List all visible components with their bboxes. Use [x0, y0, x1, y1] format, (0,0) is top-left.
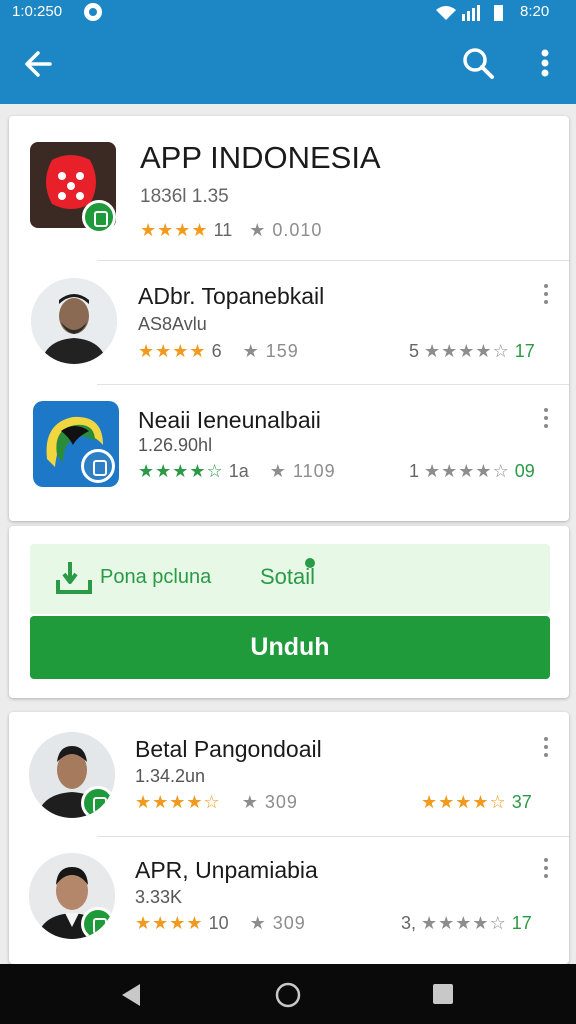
score-prefix: 3, — [401, 913, 422, 933]
download-panel: Pona pcluna Sotail — [30, 544, 550, 614]
status-clock: 8:20 — [520, 3, 550, 20]
rating-stars: ★★★★ — [135, 913, 204, 933]
avatar — [31, 278, 117, 364]
app-bar — [0, 26, 576, 104]
review-count: ★ 309 — [249, 913, 306, 933]
app-badge-icon — [81, 449, 115, 483]
nav-back-icon[interactable] — [118, 982, 144, 1008]
more-vert-icon[interactable] — [539, 283, 553, 305]
item-score: 1 ★★★★☆ 09 — [409, 461, 535, 482]
rating-stars: ★★★★☆ — [135, 792, 221, 812]
score-count: 37 — [506, 792, 532, 812]
app-meta: 1836l 1.35 — [140, 186, 229, 207]
list-item[interactable]: Neaii Ieneunalbaii 1.26.90hl ★★★★☆ 1a ★ … — [9, 385, 569, 521]
review-count: ★ 159 — [242, 341, 299, 361]
item-rating: ★★★★ 10 ★ 309 — [135, 913, 306, 934]
rating-stars: ★★★★ — [138, 341, 207, 361]
item-score: 5 ★★★★☆ 17 — [409, 341, 535, 362]
app-title: APP INDONESIA — [140, 140, 381, 175]
item-subtitle: 1.34.2un — [135, 766, 206, 786]
unduh-button[interactable]: Unduh — [30, 616, 550, 679]
more-vert-icon[interactable] — [539, 736, 553, 758]
item-rating: ★★★★ 6 ★ 159 — [138, 341, 299, 362]
status-bar: 1:0:250 8:20 — [0, 0, 576, 26]
download-detail[interactable]: Sotail — [260, 564, 315, 590]
list-item[interactable]: Betal Pangondoail 1.34.2un ★★★★☆ ★ 309 ★… — [9, 712, 569, 836]
app-rating: ★★★★ 11 ★ 0.010 — [140, 220, 322, 241]
review-count: ★ 309 — [241, 792, 298, 812]
app-icon — [33, 401, 119, 487]
score-prefix: 1 — [409, 461, 425, 481]
status-time: 1:0:250 — [12, 3, 63, 20]
avatar — [29, 732, 115, 818]
rating-stars: ★★★★ — [140, 220, 209, 240]
item-title: Neaii Ieneunalbaii — [138, 407, 321, 433]
more-vert-icon[interactable] — [539, 857, 553, 879]
score-count: 17 — [506, 913, 532, 933]
score-stars: ★★★★☆ — [421, 792, 507, 812]
item-rating: ★★★★☆ 1a ★ 1109 — [138, 461, 336, 482]
score-stars: ★★★★☆ — [424, 341, 510, 361]
rating-count: 6 — [211, 341, 222, 361]
score-count: 09 — [509, 461, 535, 481]
item-score: ★★★★☆ 37 — [421, 792, 532, 813]
more-vert-icon[interactable] — [539, 407, 553, 429]
app-list-card: APP INDONESIA 1836l 1.35 ★★★★ 11 ★ 0.010… — [9, 116, 569, 521]
item-title: APR, Unpamiabia — [135, 857, 318, 883]
verified-badge-icon — [81, 786, 115, 818]
app-icon[interactable] — [30, 142, 116, 234]
system-nav-bar — [0, 964, 576, 1024]
more-vert-icon[interactable] — [528, 43, 562, 83]
avatar — [29, 853, 115, 939]
verified-badge-icon — [82, 200, 116, 234]
rating-count: 11 — [213, 220, 233, 240]
item-title: ADbr. Topanebkail — [138, 283, 325, 309]
list-item[interactable]: APR, Unpamiabia 3.33K ★★★★ 10 ★ 309 3, ★… — [9, 837, 569, 964]
download-card: Pona pcluna Sotail Unduh — [9, 526, 569, 698]
rating-count: 10 — [208, 913, 229, 933]
item-score: 3, ★★★★☆ 17 — [401, 913, 532, 934]
nav-recent-icon[interactable] — [432, 983, 454, 1005]
item-subtitle: 3.33K — [135, 887, 183, 907]
score-count: 17 — [509, 341, 535, 361]
review-count: ★ 1109 — [269, 461, 336, 481]
item-title: Betal Pangondoail — [135, 736, 322, 762]
item-subtitle: AS8Avlu — [138, 314, 207, 334]
item-rating: ★★★★☆ ★ 309 — [135, 792, 298, 813]
rating-count: 1a — [228, 461, 249, 481]
score-prefix: 5 — [409, 341, 425, 361]
search-icon[interactable] — [458, 43, 498, 83]
download-label: Pona pcluna — [100, 566, 212, 588]
rating-stars: ★★★★☆ — [138, 461, 224, 481]
verified-badge-icon — [81, 907, 115, 939]
item-subtitle: 1.26.90hl — [138, 435, 213, 455]
app-header-row[interactable]: APP INDONESIA 1836l 1.35 ★★★★ 11 ★ 0.010 — [9, 116, 569, 261]
download-icon — [54, 558, 94, 598]
app-list-card-2: Betal Pangondoail 1.34.2un ★★★★☆ ★ 309 ★… — [9, 712, 569, 964]
signal-icons — [434, 2, 514, 28]
review-count: ★ 0.010 — [249, 220, 323, 240]
score-stars: ★★★★☆ — [421, 913, 507, 933]
list-item[interactable]: ADbr. Topanebkail AS8Avlu ★★★★ 6 ★ 159 5… — [9, 261, 569, 384]
nav-home-icon[interactable] — [274, 981, 302, 1009]
notification-icon — [84, 3, 102, 21]
score-stars: ★★★★☆ — [424, 461, 510, 481]
arrow-left-icon[interactable] — [20, 44, 60, 84]
